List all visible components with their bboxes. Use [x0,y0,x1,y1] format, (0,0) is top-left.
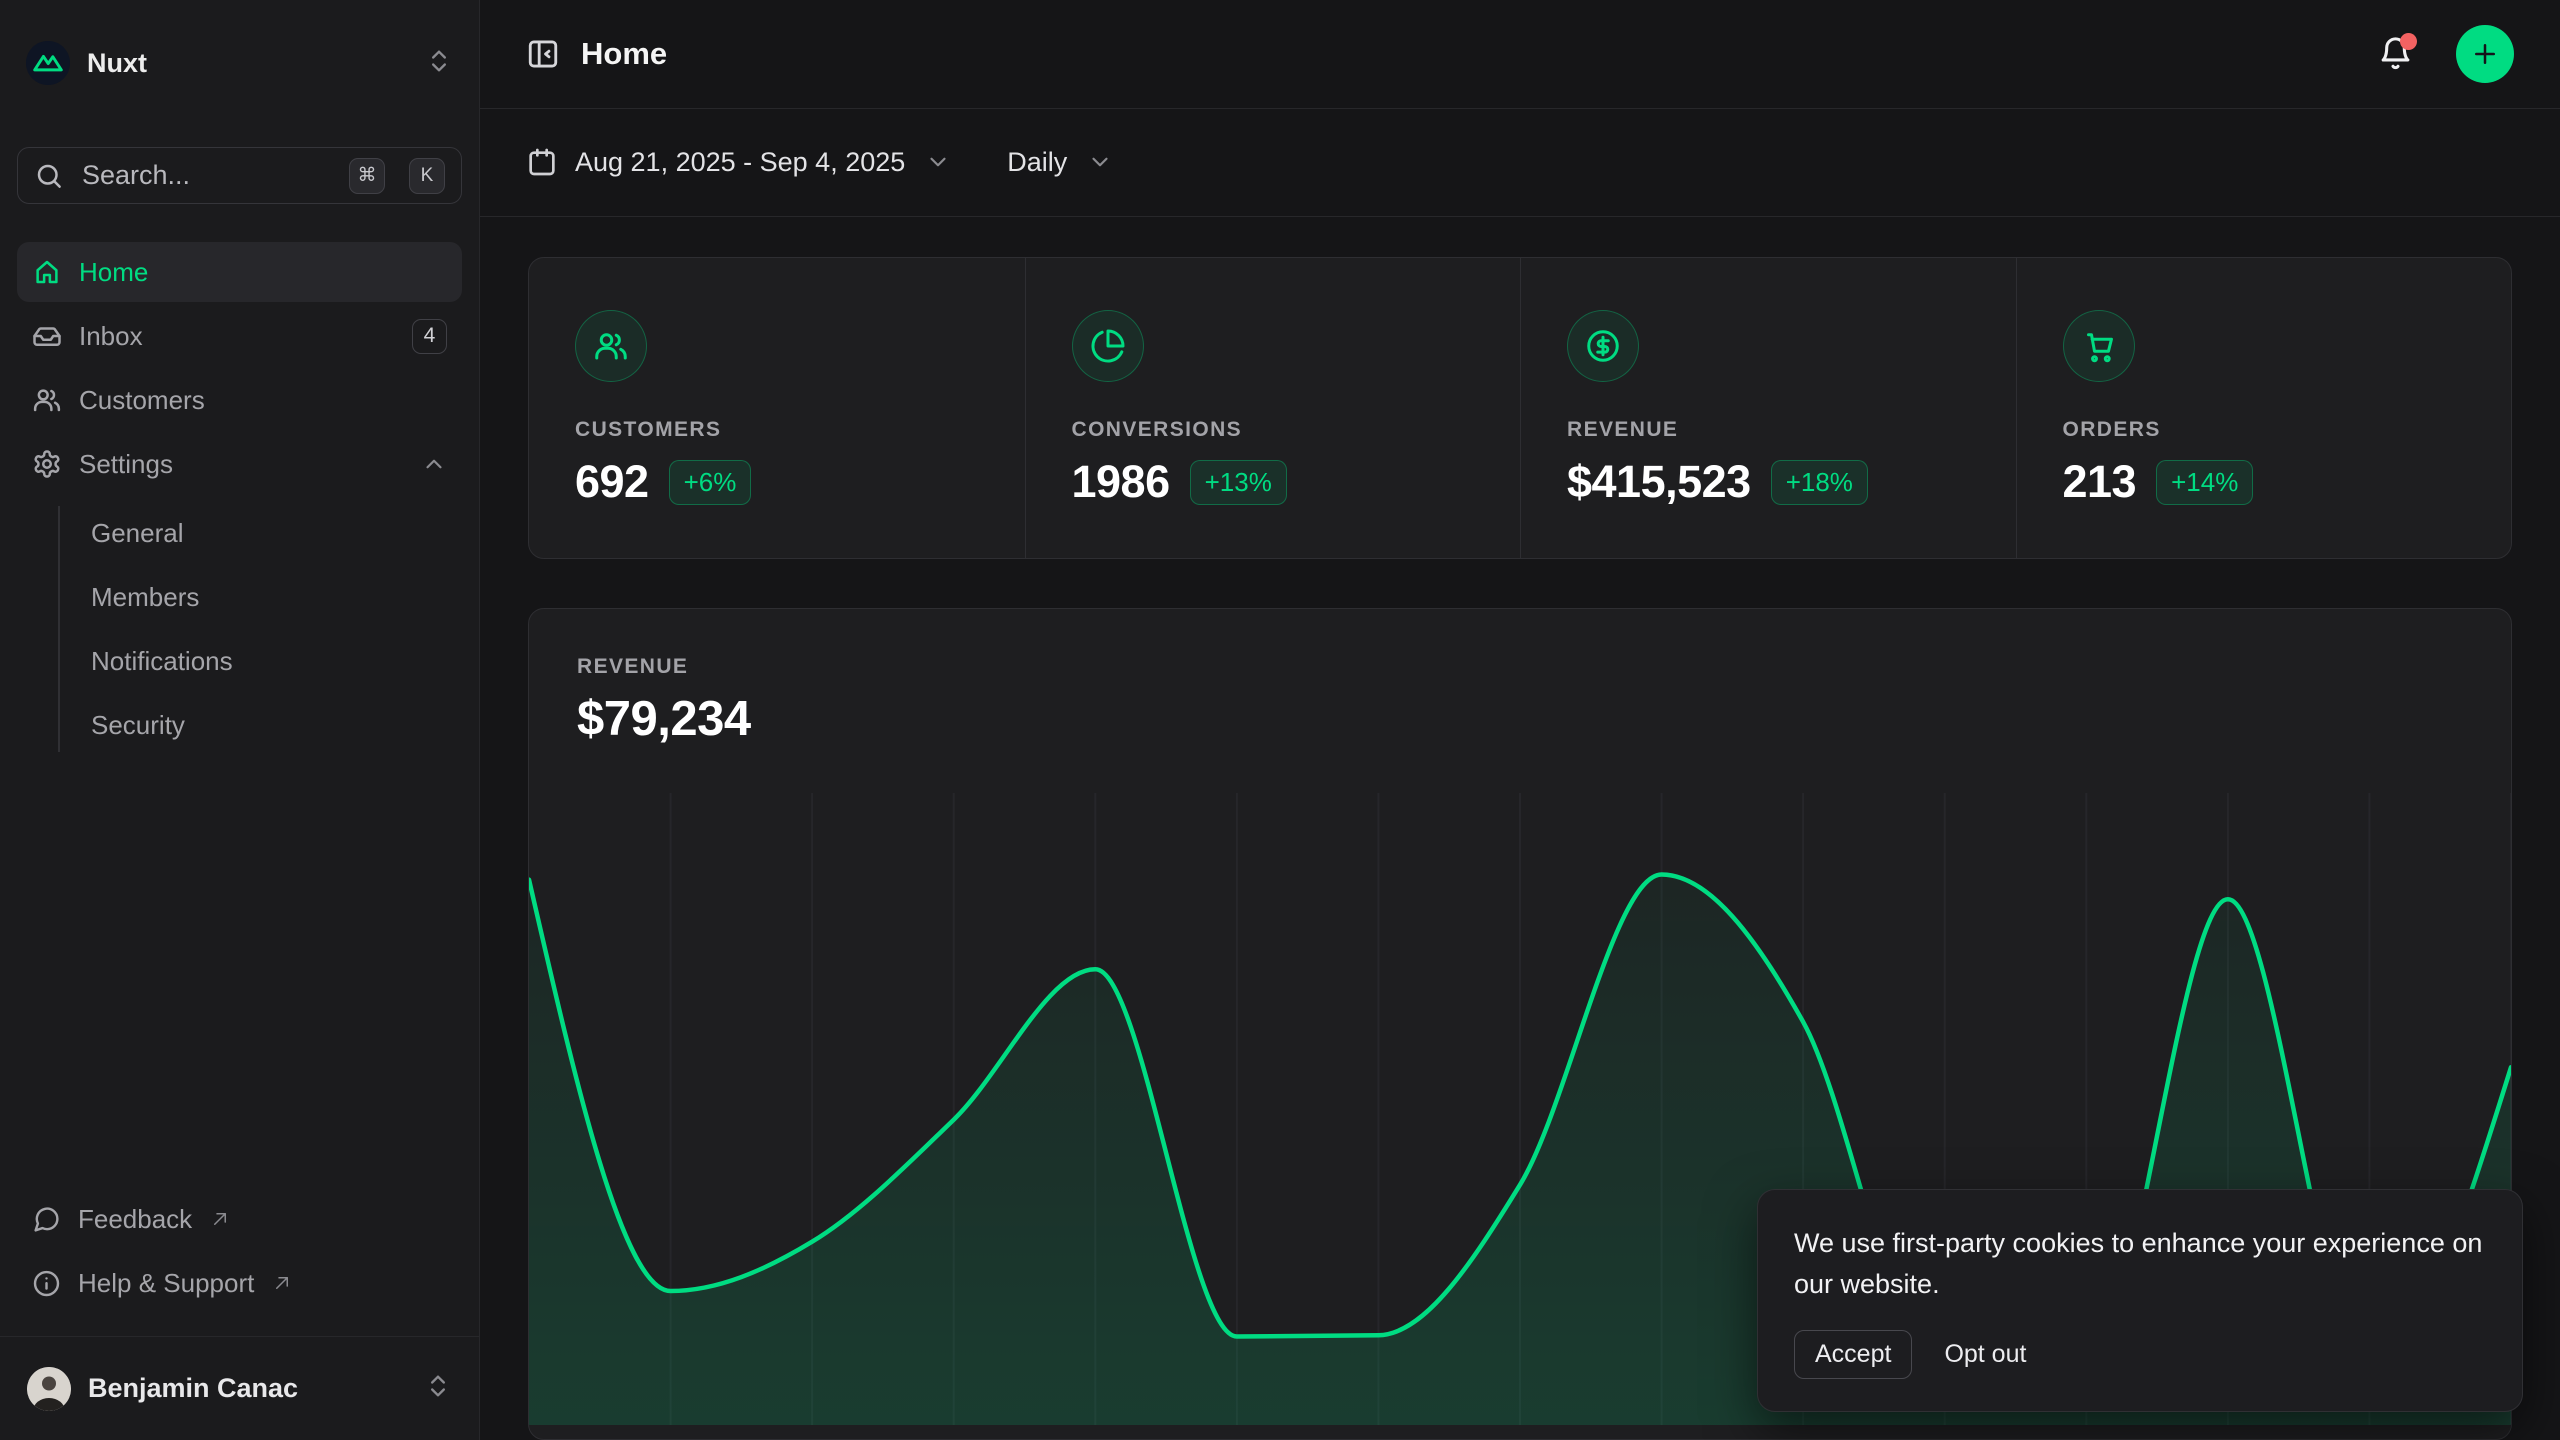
stat-value: 692 [575,456,649,508]
user-name: Benjamin Canac [88,1373,298,1404]
external-link-icon [211,1204,229,1235]
inbox-count-badge: 4 [412,319,447,354]
page-header: Home [480,0,2560,109]
workspace-name: Nuxt [87,48,147,79]
add-button[interactable] [2456,25,2514,83]
revenue-chart-label: REVENUE [577,655,2463,679]
search-placeholder: Search... [82,160,331,191]
help-support-label: Help & Support [78,1268,254,1299]
sidebar-item-settings[interactable]: Settings [17,434,462,494]
sidebar-collapse-button[interactable] [526,37,560,71]
stat-customers: CUSTOMERS 692 +6% [529,258,1025,558]
users-icon [32,385,62,415]
stat-delta-badge: +13% [1190,460,1287,505]
nuxt-logo-icon [26,41,70,85]
granularity-label: Daily [1007,147,1067,178]
chevrons-up-down-icon [424,1372,452,1405]
cookie-message: We use first-party cookies to enhance yo… [1794,1223,2486,1305]
revenue-chart-value: $79,234 [577,691,2463,747]
stat-label: CUSTOMERS [575,418,979,442]
search-icon [34,161,64,191]
notification-dot [2400,33,2417,50]
search-input[interactable]: Search... ⌘ K [17,147,462,204]
info-circle-icon [32,1269,61,1298]
chevron-down-icon [1087,149,1113,175]
sidebar-item-general[interactable]: General [60,506,462,560]
stats-card: CUSTOMERS 692 +6% CONVERSIONS 1986 +13% [528,257,2512,559]
workspace-selector[interactable]: Nuxt [16,40,463,86]
external-link-icon [273,1268,291,1299]
stat-value: 1986 [1072,456,1170,508]
sidebar-item-label: Settings [79,449,173,480]
stat-revenue: REVENUE $415,523 +18% [1520,258,2016,558]
sidebar-item-inbox[interactable]: Inbox 4 [17,306,462,366]
chevron-down-icon [925,149,951,175]
sidebar-item-label: Home [79,257,148,288]
stat-conversions: CONVERSIONS 1986 +13% [1025,258,1521,558]
circle-dollar-icon [1567,310,1639,382]
cookie-banner: We use first-party cookies to enhance yo… [1757,1189,2523,1412]
pie-chart-icon [1072,310,1144,382]
user-menu[interactable]: Benjamin Canac [0,1336,479,1440]
inbox-icon [32,321,62,351]
sidebar-item-label: Inbox [79,321,143,352]
cookie-optout-button[interactable]: Opt out [1924,1331,2046,1378]
notifications-button[interactable] [2377,35,2414,72]
kbd-meta: ⌘ [349,158,385,194]
granularity-select[interactable]: Daily [1007,147,1113,178]
home-icon [32,257,62,287]
date-range-label: Aug 21, 2025 - Sep 4, 2025 [575,147,905,178]
stat-value: $415,523 [1567,456,1751,508]
stat-delta-badge: +6% [669,460,752,505]
calendar-icon [526,146,558,178]
kbd-k: K [409,158,445,194]
sidebar-item-security[interactable]: Security [60,698,462,752]
cookie-accept-button[interactable]: Accept [1794,1330,1912,1379]
sidebar-item-home[interactable]: Home [17,242,462,302]
avatar [27,1367,71,1411]
stat-orders: ORDERS 213 +14% [2016,258,2512,558]
help-support-link[interactable]: Help & Support [17,1256,462,1310]
users-icon [575,310,647,382]
sidebar-item-label: Customers [79,385,205,416]
gear-icon [32,449,62,479]
message-bubble-icon [32,1205,61,1234]
stat-label: ORDERS [2063,418,2466,442]
filters-toolbar: Aug 21, 2025 - Sep 4, 2025 Daily [480,109,2560,217]
date-range-picker[interactable]: Aug 21, 2025 - Sep 4, 2025 [526,146,951,178]
cart-icon [2063,310,2135,382]
page-title: Home [581,36,667,72]
sidebar-footer: Feedback Help & Support [17,1192,462,1320]
stat-label: REVENUE [1567,418,1970,442]
chevrons-up-down-icon [425,47,453,80]
sidebar: Nuxt Search... ⌘ K Home [0,0,480,1440]
settings-subnav: General Members Notifications Security [58,506,462,752]
sidebar-item-customers[interactable]: Customers [17,370,462,430]
stat-delta-badge: +18% [1771,460,1868,505]
stat-delta-badge: +14% [2156,460,2253,505]
sidebar-nav: Home Inbox 4 Customers Settings [17,242,462,762]
feedback-link[interactable]: Feedback [17,1192,462,1246]
sidebar-item-members[interactable]: Members [60,570,462,624]
sidebar-item-notifications[interactable]: Notifications [60,634,462,688]
stat-value: 213 [2063,456,2137,508]
chevron-up-icon [421,451,447,477]
feedback-label: Feedback [78,1204,192,1235]
stat-label: CONVERSIONS [1072,418,1475,442]
